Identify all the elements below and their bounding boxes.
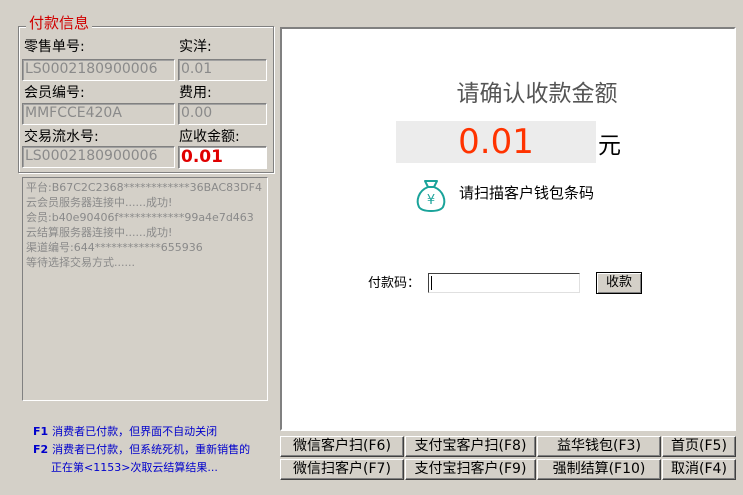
retail-no-field[interactable]: LS0002180900006: [22, 59, 175, 81]
money-bag-icon: ¥: [416, 180, 446, 213]
hint-f2-key: F2: [33, 443, 49, 456]
log-line: 渠道编号:644************655936: [26, 241, 203, 254]
log-line: 平台:B67C2C2368************36BAC83DF4: [26, 181, 262, 194]
currency-unit: 元: [598, 133, 621, 159]
pay-code-label: 付款码：: [368, 276, 421, 291]
connection-log: 平台:B67C2C2368************36BAC83DF4 云会员服…: [22, 177, 268, 401]
retail-no-label: 零售单号:: [24, 39, 85, 55]
payment-confirm-panel: 请确认收款金额 0.01 元 ¥ 请扫描客户钱包条码 付款码： 收款: [280, 27, 736, 431]
pay-code-input[interactable]: [428, 273, 580, 293]
receivable-label: 应收金额:: [179, 129, 240, 145]
hint-f2-status: 正在第<1153>次取云结算结果...: [51, 461, 218, 474]
confirm-title: 请确认收款金额: [456, 81, 618, 107]
alipay-customer-scan-button[interactable]: 支付宝客户扫(F8): [405, 436, 536, 457]
hint-f1-text: 消费者已付款，但界面不自动关闭: [52, 425, 218, 438]
member-no-label: 会员编号:: [24, 85, 85, 101]
home-button[interactable]: 首页(F5): [662, 436, 736, 457]
trade-serial-field[interactable]: LS0002180900006: [22, 146, 175, 168]
alipay-scan-customer-button[interactable]: 支付宝扫客户(F9): [405, 459, 536, 480]
payment-info-title: 付款信息: [26, 14, 93, 32]
hint-f1: F1 消费者已付款，但界面不自动关闭: [33, 424, 217, 439]
scan-instruction: 请扫描客户钱包条码: [459, 184, 595, 202]
actual-field[interactable]: 0.01: [178, 59, 267, 81]
hint-f2: F2 消费者已付款，但系统死机，重新销售的: [33, 442, 250, 457]
hint-f1-key: F1: [33, 425, 49, 438]
receivable-field[interactable]: 0.01: [178, 146, 267, 169]
svg-text:¥: ¥: [427, 193, 435, 208]
amount-display: 0.01: [396, 121, 596, 163]
log-line: 云结算服务器连接中......成功!: [26, 226, 173, 239]
log-line: 云会员服务器连接中......成功!: [26, 196, 173, 209]
fee-field[interactable]: 0.00: [178, 103, 267, 125]
collect-button[interactable]: 收款: [596, 272, 642, 294]
force-settle-button[interactable]: 强制结算(F10): [537, 459, 661, 480]
log-line: 会员:b40e90406f************99a4e7d463: [26, 211, 254, 224]
actual-label: 实洋:: [179, 39, 212, 55]
member-no-field[interactable]: MMFCCE420A: [22, 103, 175, 125]
hint-f2-text: 消费者已付款，但系统死机，重新销售的: [52, 443, 251, 456]
fee-label: 费用:: [179, 85, 212, 101]
cancel-button[interactable]: 取消(F4): [662, 459, 736, 480]
yihua-wallet-button[interactable]: 益华钱包(F3): [537, 436, 661, 457]
wechat-customer-scan-button[interactable]: 微信客户扫(F6): [280, 436, 404, 457]
text-caret: [431, 276, 432, 290]
log-line: 等待选择交易方式......: [26, 256, 135, 269]
wechat-scan-customer-button[interactable]: 微信扫客户(F7): [280, 459, 404, 480]
trade-serial-label: 交易流水号:: [24, 129, 99, 145]
